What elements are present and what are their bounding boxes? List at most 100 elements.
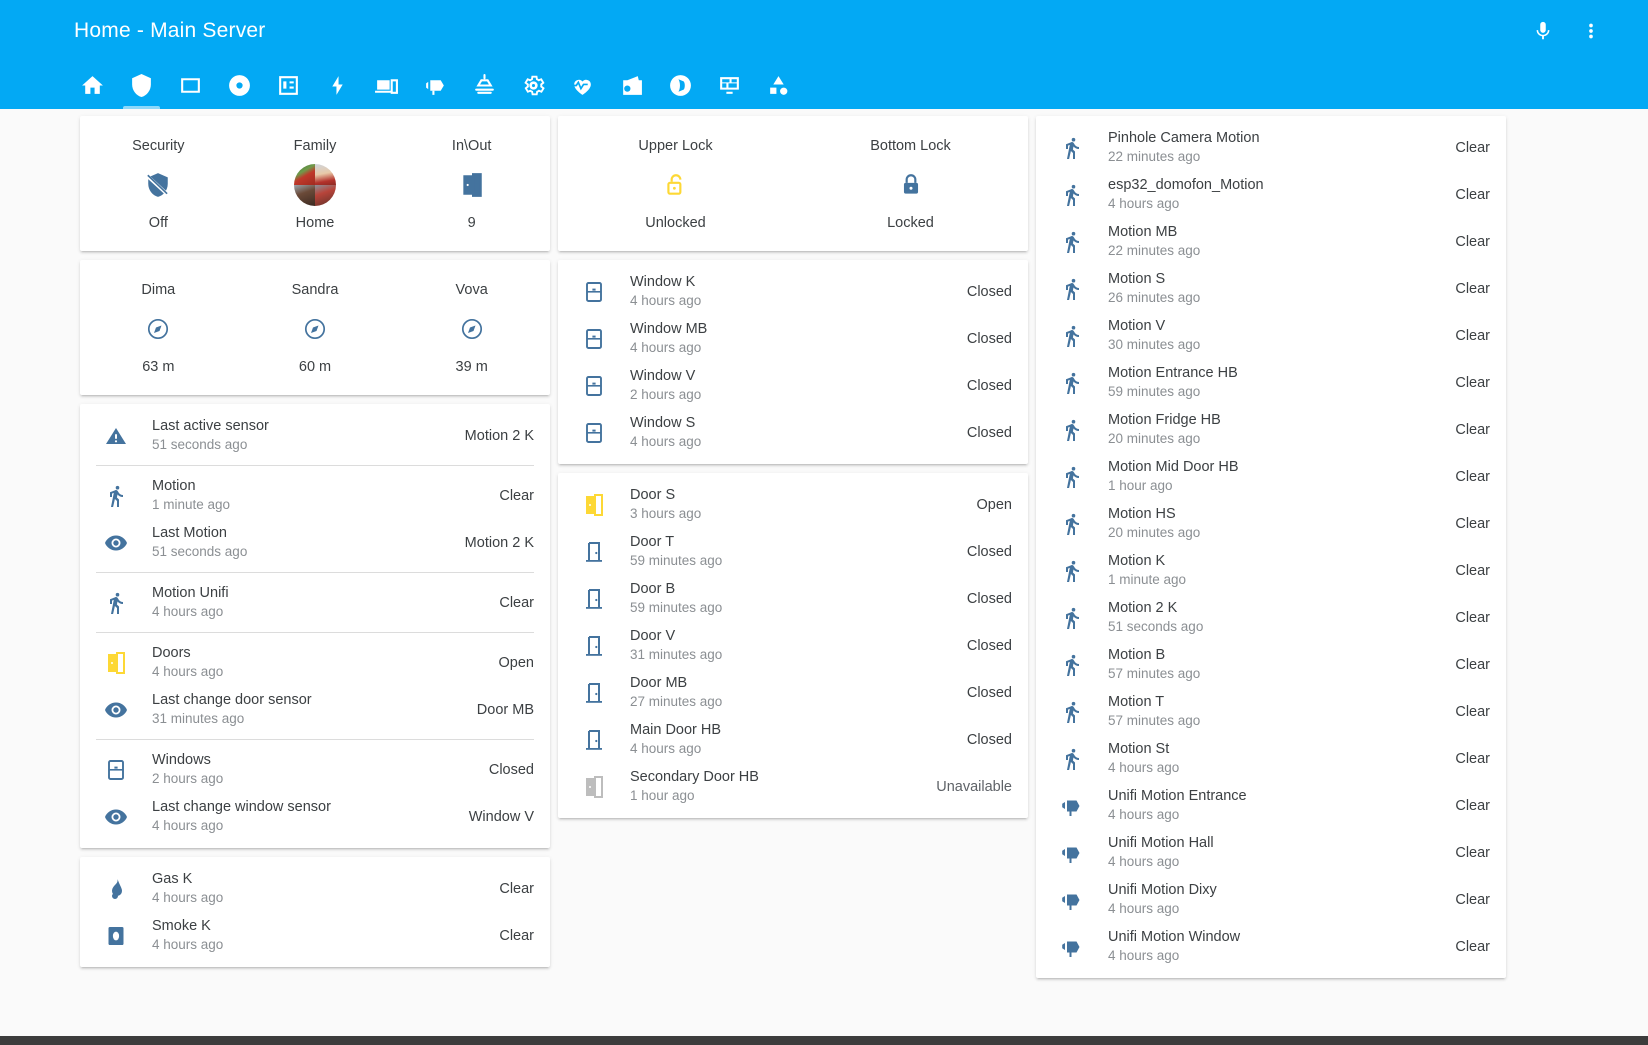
glance-item-vova[interactable]: Vova 39 m [393, 276, 550, 381]
row-state[interactable]: Clear [1443, 563, 1490, 579]
table-row[interactable]: Motion Unifi 4 hours ago Clear [80, 579, 550, 626]
row-state[interactable]: Clear [1443, 422, 1490, 438]
row-state[interactable]: Clear [1443, 281, 1490, 297]
table-row[interactable]: Motion MB 22 minutes ago Clear [1036, 218, 1506, 265]
table-row[interactable]: Motion K 1 minute ago Clear [1036, 547, 1506, 594]
table-row[interactable]: Last Motion 51 seconds ago Motion 2 K [80, 519, 550, 566]
table-row[interactable]: Motion V 30 minutes ago Clear [1036, 312, 1506, 359]
row-state[interactable]: Closed [955, 638, 1012, 654]
table-row[interactable]: Unifi Motion Window 4 hours ago Clear [1036, 923, 1506, 970]
row-state[interactable]: Window V [457, 809, 534, 825]
row-state[interactable]: Closed [955, 331, 1012, 347]
row-state[interactable]: Clear [1443, 375, 1490, 391]
row-state[interactable]: Closed [955, 591, 1012, 607]
row-state[interactable]: Clear [1443, 657, 1490, 673]
table-row[interactable]: Unifi Motion Dixy 4 hours ago Clear [1036, 876, 1506, 923]
row-state[interactable]: Clear [1443, 140, 1490, 156]
row-state[interactable]: Clear [1443, 469, 1490, 485]
row-state[interactable]: Clear [487, 881, 534, 897]
glance-item-sandra[interactable]: Sandra 60 m [237, 276, 394, 381]
table-row[interactable]: Last active sensor 51 seconds ago Motion… [80, 412, 550, 459]
table-row[interactable]: Motion B 57 minutes ago Clear [1036, 641, 1506, 688]
tab-rooms[interactable] [166, 61, 215, 109]
table-row[interactable]: Last change door sensor 31 minutes ago D… [80, 686, 550, 733]
row-state[interactable]: Clear [487, 595, 534, 611]
row-state[interactable]: Closed [955, 732, 1012, 748]
row-state[interactable]: Clear [1443, 892, 1490, 908]
table-row[interactable]: Motion Mid Door HB 1 hour ago Clear [1036, 453, 1506, 500]
table-row[interactable]: Window V 2 hours ago Closed [558, 362, 1028, 409]
tab-home[interactable] [68, 61, 117, 109]
row-state[interactable]: Clear [487, 928, 534, 944]
table-row[interactable]: esp32_domofon_Motion 4 hours ago Clear [1036, 171, 1506, 218]
tab-media[interactable] [607, 61, 656, 109]
table-row[interactable]: Window MB 4 hours ago Closed [558, 315, 1028, 362]
table-row[interactable]: Window K 4 hours ago Closed [558, 268, 1028, 315]
overflow-menu-icon[interactable] [1574, 14, 1608, 48]
table-row[interactable]: Motion S 26 minutes ago Clear [1036, 265, 1506, 312]
row-state[interactable]: Motion 2 K [453, 428, 534, 444]
row-state[interactable]: Closed [477, 762, 534, 778]
row-state[interactable]: Clear [1443, 939, 1490, 955]
table-row[interactable]: Last change window sensor 4 hours ago Wi… [80, 793, 550, 840]
table-row[interactable]: Door T 59 minutes ago Closed [558, 528, 1028, 575]
glance-item-upper-lock[interactable]: Upper Lock Unlocked [558, 132, 793, 237]
table-row[interactable]: Door B 59 minutes ago Closed [558, 575, 1028, 622]
table-row[interactable]: Door V 31 minutes ago Closed [558, 622, 1028, 669]
row-state[interactable]: Door MB [465, 702, 534, 718]
row-state[interactable]: Open [487, 655, 534, 671]
tab-shapes[interactable] [754, 61, 803, 109]
tab-lights[interactable] [460, 61, 509, 109]
table-row[interactable]: Unifi Motion Entrance 4 hours ago Clear [1036, 782, 1506, 829]
row-state[interactable]: Open [965, 497, 1012, 513]
tab-system[interactable] [705, 61, 754, 109]
table-row[interactable]: Windows 2 hours ago Closed [80, 746, 550, 793]
table-row[interactable]: Pinhole Camera Motion 22 minutes ago Clear [1036, 124, 1506, 171]
table-row[interactable]: Smoke K 4 hours ago Clear [80, 912, 550, 959]
table-row[interactable]: Doors 4 hours ago Open [80, 639, 550, 686]
microphone-icon[interactable] [1526, 14, 1560, 48]
tab-energy[interactable] [313, 61, 362, 109]
row-state[interactable]: Closed [955, 425, 1012, 441]
tab-devices[interactable] [362, 61, 411, 109]
row-state[interactable]: Clear [1443, 751, 1490, 767]
tab-health[interactable] [558, 61, 607, 109]
table-row[interactable]: Motion 1 minute ago Clear [80, 472, 550, 519]
glance-item-security[interactable]: Security Off [80, 132, 237, 237]
tab-calendar[interactable] [264, 61, 313, 109]
table-row[interactable]: Motion 2 K 51 seconds ago Clear [1036, 594, 1506, 641]
row-state[interactable]: Clear [1443, 798, 1490, 814]
row-state[interactable]: Closed [955, 284, 1012, 300]
table-row[interactable]: Door S 3 hours ago Open [558, 481, 1028, 528]
tab-settings[interactable] [509, 61, 558, 109]
row-state[interactable]: Closed [955, 544, 1012, 560]
tab-cameras[interactable] [411, 61, 460, 109]
tab-audio[interactable] [656, 61, 705, 109]
table-row[interactable]: Main Door HB 4 hours ago Closed [558, 716, 1028, 763]
row-state[interactable]: Clear [1443, 845, 1490, 861]
table-row[interactable]: Secondary Door HB 1 hour ago Unavailable [558, 763, 1028, 810]
glance-item-dima[interactable]: Dima 63 m [80, 276, 237, 381]
row-state[interactable]: Clear [1443, 610, 1490, 626]
row-state[interactable]: Clear [487, 488, 534, 504]
row-state[interactable]: Unavailable [924, 779, 1012, 795]
row-state[interactable]: Clear [1443, 234, 1490, 250]
table-row[interactable]: Motion Entrance HB 59 minutes ago Clear [1036, 359, 1506, 406]
glance-item-family[interactable]: Family Home [237, 132, 394, 237]
tab-vacuum[interactable] [215, 61, 264, 109]
table-row[interactable]: Motion HS 20 minutes ago Clear [1036, 500, 1506, 547]
table-row[interactable]: Gas K 4 hours ago Clear [80, 865, 550, 912]
tab-security[interactable] [117, 61, 166, 109]
row-state[interactable]: Motion 2 K [453, 535, 534, 551]
row-state[interactable]: Closed [955, 378, 1012, 394]
table-row[interactable]: Motion Fridge HB 20 minutes ago Clear [1036, 406, 1506, 453]
glance-item-inout[interactable]: In\Out 9 [393, 132, 550, 237]
row-state[interactable]: Closed [955, 685, 1012, 701]
table-row[interactable]: Unifi Motion Hall 4 hours ago Clear [1036, 829, 1506, 876]
row-state[interactable]: Clear [1443, 704, 1490, 720]
table-row[interactable]: Door MB 27 minutes ago Closed [558, 669, 1028, 716]
row-state[interactable]: Clear [1443, 516, 1490, 532]
row-state[interactable]: Clear [1443, 187, 1490, 203]
glance-item-bottom-lock[interactable]: Bottom Lock Locked [793, 132, 1028, 237]
table-row[interactable]: Motion T 57 minutes ago Clear [1036, 688, 1506, 735]
